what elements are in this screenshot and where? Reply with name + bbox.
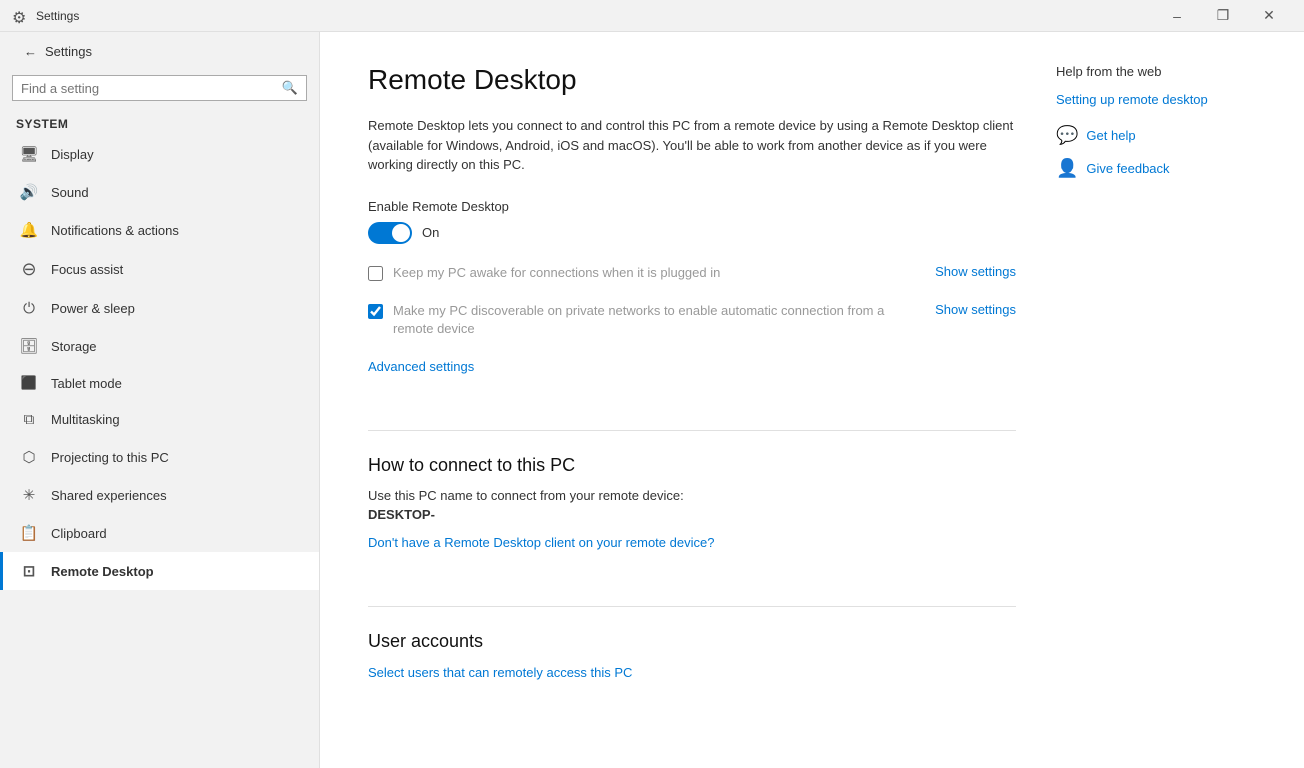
notifications-icon: 🔔 [19,221,39,239]
desktop-name: DESKTOP- [368,507,1016,522]
sidebar-item-shared[interactable]: ✳ Shared experiences [0,476,319,514]
enable-label: Enable Remote Desktop [368,199,1016,214]
show-settings-link-1[interactable]: Show settings [935,264,1016,279]
toggle-thumb [392,224,410,242]
sidebar: ← Settings 🔍 System 🖥 Display 🔊 Sound 🔔 … [0,32,320,768]
window-controls: – ❐ ✕ [1154,0,1292,32]
connect-label: Use this PC name to connect from your re… [368,488,1016,503]
titlebar: ⚙ Settings – ❐ ✕ [0,0,1304,32]
checkbox-group-2: Make my PC discoverable on private netwo… [368,302,923,338]
sidebar-item-label: Focus assist [51,262,123,277]
back-icon: ← [24,44,37,59]
checkbox2-text: Make my PC discoverable on private netwo… [393,302,923,338]
divider-1 [368,430,1016,431]
display-icon: 🖥 [19,145,39,163]
sidebar-item-multitasking[interactable]: ⧉ Multitasking [0,401,319,438]
tablet-icon: ⬛ [19,375,39,391]
search-box[interactable]: 🔍 [12,75,307,101]
no-client-link[interactable]: Don't have a Remote Desktop client on yo… [368,535,714,550]
toggle-label: On [422,225,439,240]
help-section: Help from the web Setting up remote desk… [1056,64,1256,179]
sidebar-item-label: Display [51,147,94,162]
checkbox-group-1: Keep my PC awake for connections when it… [368,264,923,282]
help-label: Help from the web [1056,64,1256,79]
sidebar-item-clipboard[interactable]: 📋 Clipboard [0,514,319,552]
feedback-icon: 👤 [1056,158,1078,179]
sidebar-item-tablet[interactable]: ⬛ Tablet mode [0,365,319,401]
sidebar-item-label: Clipboard [51,526,107,541]
setup-link[interactable]: Setting up remote desktop [1056,91,1256,109]
checkbox-row-1: Keep my PC awake for connections when it… [368,264,1016,286]
sidebar-item-remote[interactable]: ⊡ Remote Desktop [0,552,319,590]
sidebar-item-label: Sound [51,185,89,200]
get-help-label: Get help [1086,128,1135,143]
close-button[interactable]: ✕ [1246,0,1292,32]
settings-icon: ⚙ [12,8,28,24]
toggle-row: On [368,222,1016,244]
content-area: Remote Desktop Remote Desktop lets you c… [320,32,1304,768]
power-icon: ⏻ [19,300,39,317]
remote-desktop-toggle[interactable] [368,222,412,244]
clipboard-icon: 📋 [19,524,39,542]
advanced-settings-link[interactable]: Advanced settings [368,359,474,374]
sound-icon: 🔊 [19,183,39,201]
search-icon: 🔍 [282,80,298,96]
content-main: Remote Desktop Remote Desktop lets you c… [368,64,1016,736]
focus-icon: ⊖ [19,259,39,280]
get-help-icon: 💬 [1056,125,1078,146]
sidebar-item-storage[interactable]: 🗄 Storage [0,327,319,365]
sidebar-item-label: Multitasking [51,412,120,427]
keepawake-checkbox[interactable] [368,266,383,281]
sidebar-item-power[interactable]: ⏻ Power & sleep [0,290,319,327]
sidebar-item-label: Storage [51,339,97,354]
back-button[interactable]: ← Settings [0,32,319,71]
remote-icon: ⊡ [19,562,39,580]
help-panel: Help from the web Setting up remote desk… [1056,64,1256,736]
multitasking-icon: ⧉ [19,411,39,428]
sidebar-section-label: System [0,109,319,135]
discoverable-checkbox[interactable] [368,304,383,319]
checkbox-row-2: Make my PC discoverable on private netwo… [368,302,1016,342]
sidebar-item-notifications[interactable]: 🔔 Notifications & actions [0,211,319,249]
titlebar-title: Settings [36,9,79,23]
show-settings-link-2[interactable]: Show settings [935,302,1016,317]
sidebar-item-label: Projecting to this PC [51,450,169,465]
sidebar-item-label: Power & sleep [51,301,135,316]
sidebar-item-label: Shared experiences [51,488,167,503]
feedback-label: Give feedback [1086,161,1169,176]
sidebar-item-display[interactable]: 🖥 Display [0,135,319,173]
shared-icon: ✳ [19,486,39,504]
minimize-button[interactable]: – [1154,0,1200,32]
projecting-icon: ⬡ [19,448,39,466]
sidebar-item-label: Tablet mode [51,376,122,391]
feedback-action[interactable]: 👤 Give feedback [1056,158,1256,179]
page-title: Remote Desktop [368,64,1016,96]
sidebar-item-focus[interactable]: ⊖ Focus assist [0,249,319,290]
back-label: Settings [45,44,92,59]
search-input[interactable] [21,81,282,96]
storage-icon: 🗄 [19,337,39,355]
get-help-action[interactable]: 💬 Get help [1056,125,1256,146]
sidebar-item-label: Notifications & actions [51,223,179,238]
divider-2 [368,606,1016,607]
page-desc: Remote Desktop lets you connect to and c… [368,116,1016,175]
how-to-title: How to connect to this PC [368,455,1016,476]
sidebar-item-projecting[interactable]: ⬡ Projecting to this PC [0,438,319,476]
app-body: ← Settings 🔍 System 🖥 Display 🔊 Sound 🔔 … [0,32,1304,768]
maximize-button[interactable]: ❐ [1200,0,1246,32]
user-accounts-title: User accounts [368,631,1016,652]
checkbox1-text: Keep my PC awake for connections when it… [393,264,923,282]
sidebar-item-label: Remote Desktop [51,564,154,579]
select-users-link[interactable]: Select users that can remotely access th… [368,665,632,680]
sidebar-item-sound[interactable]: 🔊 Sound [0,173,319,211]
